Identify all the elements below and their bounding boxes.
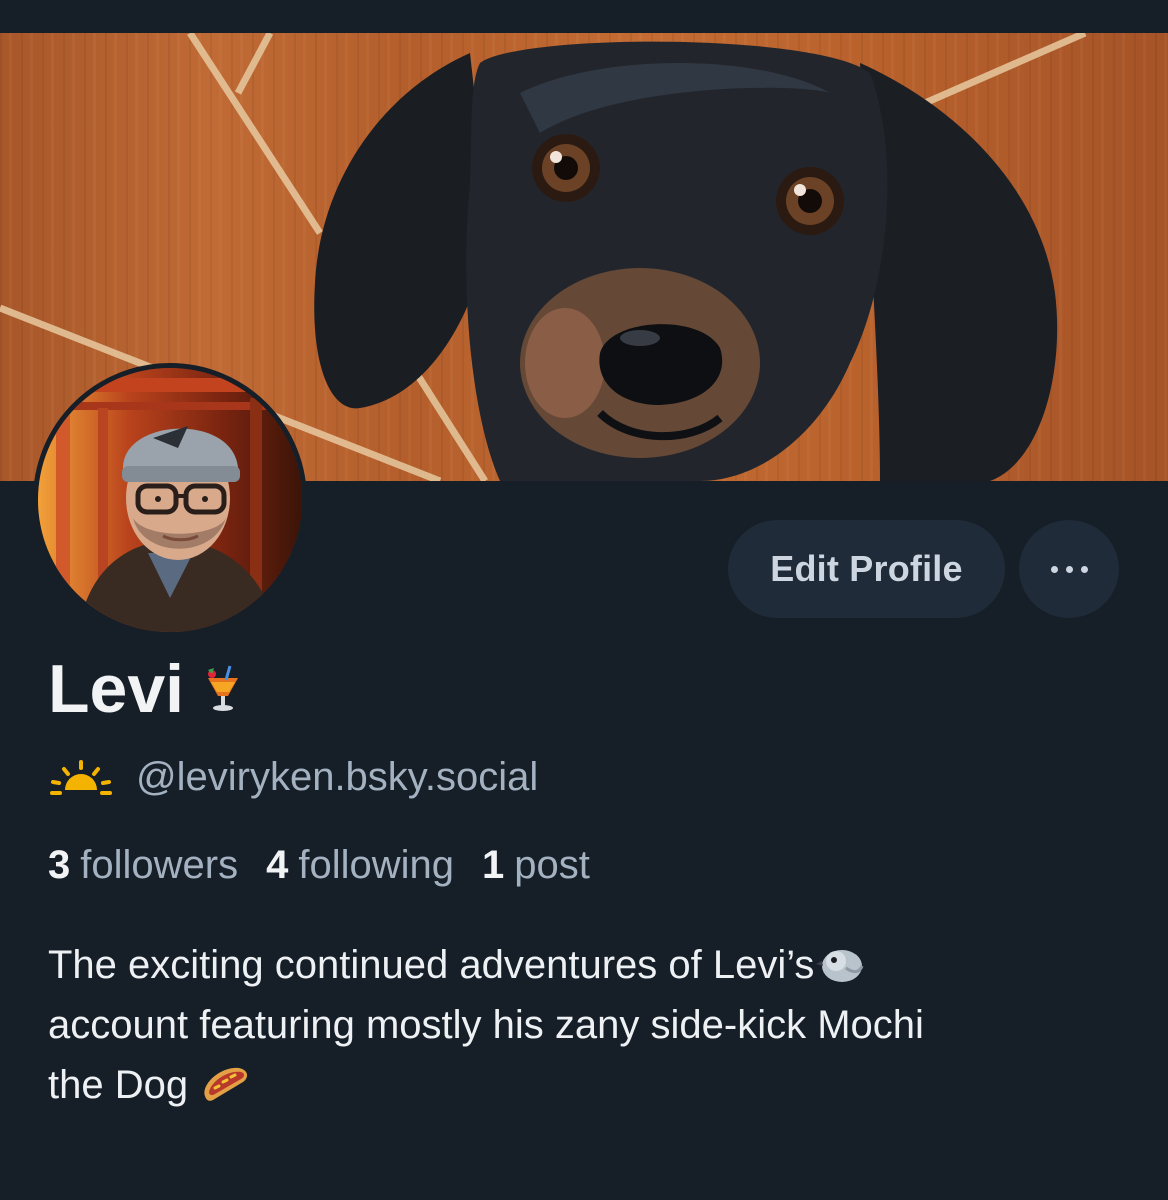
posts-count: 1 <box>482 843 505 887</box>
display-name-row: Levi <box>48 650 248 728</box>
following-link[interactable]: 4 following <box>266 843 454 888</box>
avatar-photo <box>38 368 302 632</box>
bio-line-2: account featuring mostly his zany side-k… <box>48 1003 924 1047</box>
edit-profile-button[interactable]: Edit Profile <box>728 520 1005 618</box>
handle-row: @leviryken.bsky.social <box>50 755 538 800</box>
bio-text-3: the Dog <box>48 1063 189 1107</box>
avatar[interactable] <box>33 363 307 637</box>
followers-link[interactable]: 3 followers <box>48 843 238 888</box>
display-name: Levi <box>48 651 185 727</box>
posts-label: post <box>514 843 590 887</box>
followers-label: followers <box>80 843 239 887</box>
bird-emoji <box>816 950 864 982</box>
posts-stat: 1 post <box>482 843 590 888</box>
status-bar-area <box>0 0 1168 33</box>
more-options-button[interactable] <box>1019 520 1119 618</box>
profile-bio: The exciting continued adventures of Lev… <box>48 935 1128 1115</box>
dog-head <box>314 41 1058 481</box>
bio-line-1: The exciting continued adventures of Lev… <box>48 935 1128 995</box>
handle: @leviryken.bsky.social <box>136 755 539 799</box>
bio-line-3: the Dog <box>48 1055 1128 1115</box>
bio-text-1: The exciting continued adventures of Lev… <box>48 943 815 987</box>
more-horizontal-icon <box>1050 565 1088 573</box>
sunrise-icon <box>50 759 112 795</box>
tropical-drink-emoji <box>208 665 239 711</box>
following-label: following <box>298 843 454 887</box>
hot-dog-emoji <box>204 1067 248 1101</box>
followers-count: 3 <box>48 843 71 887</box>
profile-stats: 3 followers 4 following 1 post <box>48 843 590 888</box>
following-count: 4 <box>266 843 289 887</box>
